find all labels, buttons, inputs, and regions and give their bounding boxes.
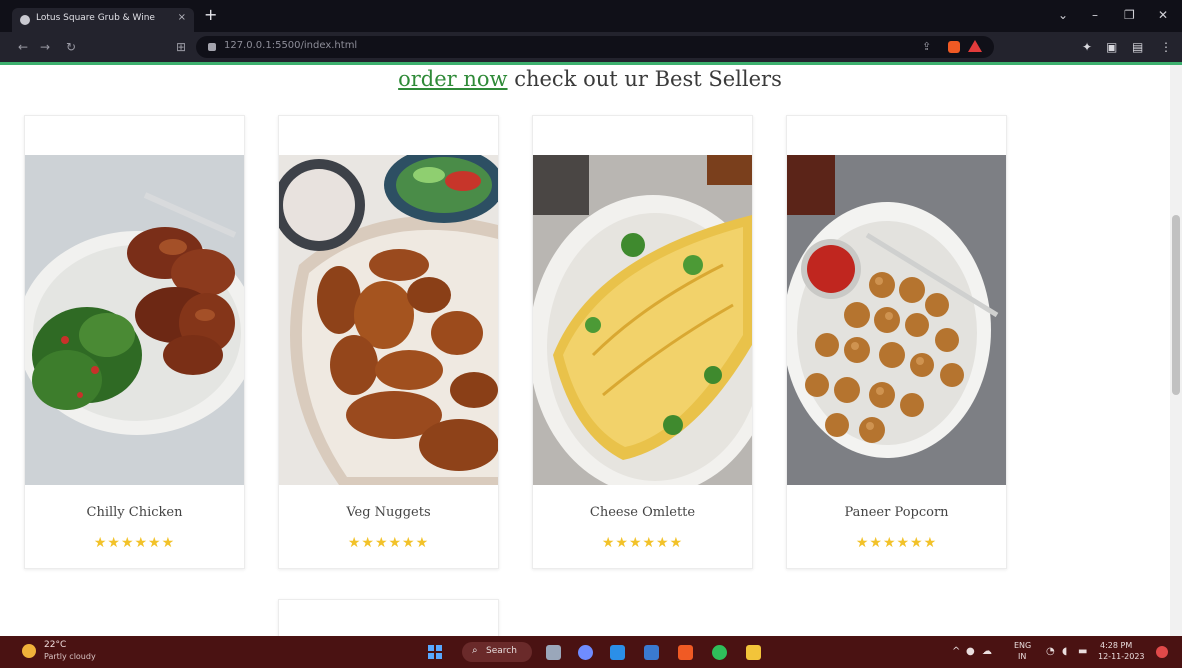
page-content: order now check out ur Best Sellers Chil… bbox=[0, 65, 1170, 636]
vscode-icon[interactable] bbox=[610, 645, 625, 660]
browser-tab-bar: Lotus Square Grub & Wine × + ⌄ – ❐ ✕ bbox=[0, 0, 1182, 32]
sidebar-icon[interactable]: ⊞ bbox=[176, 40, 186, 54]
product-card-paneer-popcorn[interactable]: Paneer Popcorn ★★★★★★ bbox=[786, 115, 1007, 569]
forward-icon[interactable]: → bbox=[40, 40, 50, 54]
search-icon: ⌕ bbox=[472, 645, 478, 656]
wallet-icon[interactable]: ▤ bbox=[1132, 40, 1143, 54]
menu-icon[interactable]: ⋮ bbox=[1160, 40, 1172, 54]
maximize-button[interactable]: ❐ bbox=[1124, 8, 1135, 22]
star-rating: ★★★★★★ bbox=[93, 535, 176, 551]
product-card-chilly-chicken[interactable]: Chilly Chicken ★★★★★★ bbox=[24, 115, 245, 569]
product-card-partial[interactable] bbox=[278, 599, 499, 636]
close-window-button[interactable]: ✕ bbox=[1158, 8, 1168, 22]
brave-icon[interactable] bbox=[678, 645, 693, 660]
browser-toolbar: ← → ↻ ⊞ 127.0.0.1:5500/index.html ⇪ ✦ ▣ … bbox=[0, 32, 1182, 62]
minimize-button[interactable]: – bbox=[1092, 8, 1098, 22]
language-indicator[interactable]: ENG bbox=[1014, 641, 1031, 650]
weather-description[interactable]: Partly cloudy bbox=[44, 652, 96, 661]
best-sellers-heading: order now check out ur Best Sellers bbox=[0, 67, 1170, 91]
address-bar[interactable]: 127.0.0.1:5500/index.html ⇪ bbox=[196, 36, 994, 58]
star-rating: ★★★★★★ bbox=[601, 535, 684, 551]
brave-rewards-icon[interactable] bbox=[968, 40, 982, 52]
heading-text: check out ur Best Sellers bbox=[507, 67, 782, 91]
tab-close-icon[interactable]: × bbox=[178, 12, 186, 23]
store-icon[interactable] bbox=[644, 645, 659, 660]
tray-app-icon[interactable]: ● bbox=[966, 647, 975, 657]
whatsapp-icon[interactable] bbox=[712, 645, 727, 660]
notification-icon[interactable] bbox=[1156, 646, 1168, 658]
chilly-chicken-image bbox=[25, 155, 244, 485]
wifi-icon[interactable]: ◔ bbox=[1046, 647, 1055, 657]
extensions-icon[interactable]: ✦ bbox=[1082, 40, 1092, 54]
copilot-icon[interactable] bbox=[578, 645, 593, 660]
back-icon[interactable]: ← bbox=[18, 40, 28, 54]
tray-chevron-icon[interactable]: ^ bbox=[952, 647, 960, 657]
file-explorer-icon[interactable] bbox=[746, 645, 761, 660]
share-icon[interactable]: ⇪ bbox=[922, 40, 931, 53]
weather-icon[interactable] bbox=[22, 644, 36, 658]
task-view-icon[interactable] bbox=[546, 645, 561, 660]
taskbar-search[interactable]: ⌕ Search bbox=[462, 642, 532, 662]
product-name: Veg Nuggets bbox=[346, 505, 431, 520]
product-name: Chilly Chicken bbox=[86, 505, 183, 520]
url-text[interactable]: 127.0.0.1:5500/index.html bbox=[224, 40, 357, 51]
veg-nuggets-image bbox=[279, 155, 498, 485]
favicon-icon bbox=[20, 15, 30, 25]
product-card-veg-nuggets[interactable]: Veg Nuggets ★★★★★★ bbox=[278, 115, 499, 569]
tab-title: Lotus Square Grub & Wine bbox=[36, 13, 155, 23]
windows-taskbar: 22°C Partly cloudy ⌕ Search ^ ● ☁ ENG IN… bbox=[0, 636, 1182, 668]
clock-time[interactable]: 4:28 PM bbox=[1100, 641, 1132, 650]
browser-tab[interactable]: Lotus Square Grub & Wine × bbox=[12, 8, 194, 32]
product-card-cheese-omlette[interactable]: Cheese Omlette ★★★★★★ bbox=[532, 115, 753, 569]
sidebar-panel-icon[interactable]: ▣ bbox=[1106, 40, 1117, 54]
cheese-omlette-image bbox=[533, 155, 752, 485]
search-label: Search bbox=[486, 646, 517, 656]
weather-temperature[interactable]: 22°C bbox=[44, 640, 66, 650]
region-indicator[interactable]: IN bbox=[1018, 652, 1026, 661]
start-button-icon[interactable] bbox=[428, 645, 442, 659]
brave-shields-icon[interactable] bbox=[948, 41, 960, 53]
tab-search-icon[interactable]: ⌄ bbox=[1058, 8, 1068, 22]
page-scrollbar[interactable] bbox=[1170, 65, 1182, 636]
lock-icon[interactable] bbox=[208, 43, 216, 51]
new-tab-button[interactable]: + bbox=[204, 7, 217, 23]
product-name: Paneer Popcorn bbox=[844, 505, 949, 520]
star-rating: ★★★★★★ bbox=[347, 535, 430, 551]
clock-date[interactable]: 12-11-2023 bbox=[1098, 652, 1145, 661]
star-rating: ★★★★★★ bbox=[855, 535, 938, 551]
paneer-popcorn-image bbox=[787, 155, 1006, 485]
battery-icon[interactable]: ▬ bbox=[1078, 647, 1087, 657]
order-now-link[interactable]: order now bbox=[398, 67, 507, 91]
scrollbar-thumb[interactable] bbox=[1172, 215, 1180, 395]
volume-icon[interactable]: ◖ bbox=[1062, 647, 1067, 657]
tray-cloud-icon[interactable]: ☁ bbox=[982, 647, 992, 657]
reload-icon[interactable]: ↻ bbox=[66, 40, 76, 54]
product-name: Cheese Omlette bbox=[589, 505, 696, 520]
